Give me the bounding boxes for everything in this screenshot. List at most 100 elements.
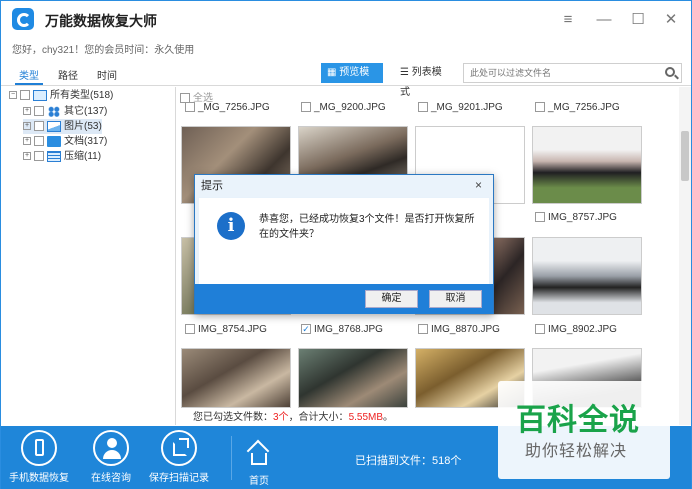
scan-count: 已扫描到文件：518个 [355, 455, 462, 467]
save-scan-record-label: 保存扫描记录 [149, 473, 209, 484]
file-caption[interactable]: IMG_8870.JPG [418, 324, 500, 335]
save-scan-record-button[interactable]: 保存扫描记录 [149, 430, 209, 484]
online-consult-button[interactable]: 在线咨询 [81, 430, 141, 484]
active-tab-indicator [15, 83, 43, 85]
maximize-icon[interactable]: ☐ [627, 9, 649, 31]
selection-status: 您已勾选文件数：3个，合计大小：5.55MB。 [193, 408, 393, 423]
tree-item-other[interactable]: + 其它(137) [23, 104, 107, 119]
home-icon [244, 439, 274, 470]
tree-item-images[interactable]: + 图片(53) [23, 119, 102, 134]
folder-icon [47, 135, 61, 147]
tree-item-label: 压缩(11) [64, 151, 102, 162]
phone-recovery-label: 手机数据恢复 [9, 473, 69, 484]
online-consult-label: 在线咨询 [91, 473, 131, 484]
list-icon: ☰ [400, 67, 412, 78]
tree-root-label: 所有类型(518) [50, 90, 114, 101]
file-name: _MG_9201.JPG [431, 102, 503, 113]
file-checkbox[interactable] [418, 102, 428, 113]
type-tree: − 所有类型(518) + 其它(137) + 图片(53) + 文档(317) + 压缩… [1, 87, 176, 425]
tree-checkbox[interactable] [34, 121, 44, 132]
file-caption[interactable]: IMG_8757.JPG [535, 212, 617, 223]
app-logo-icon [12, 8, 34, 30]
file-thumbnail[interactable] [298, 348, 408, 408]
file-thumbnail[interactable] [532, 237, 642, 315]
search-icon[interactable] [665, 67, 675, 77]
tree-item-documents[interactable]: + 文档(317) [23, 134, 107, 149]
file-name: IMG_8870.JPG [431, 324, 500, 335]
cancel-button[interactable]: 取消 [429, 290, 482, 308]
file-thumbnail[interactable] [181, 348, 291, 408]
status-size: 5.55MB [348, 412, 384, 423]
tree-checkbox[interactable] [34, 136, 44, 147]
tab-time[interactable]: 时间 [97, 67, 117, 82]
file-caption[interactable]: _MG_9201.JPG [418, 102, 503, 113]
home-label: 首页 [249, 476, 269, 487]
file-checkbox[interactable] [185, 102, 195, 113]
file-checkbox[interactable] [185, 324, 195, 335]
file-name: IMG_8768.JPG [314, 324, 383, 335]
status-count: 3个 [273, 412, 289, 423]
menu-icon[interactable]: ≡ [557, 9, 579, 31]
preview-mode-button[interactable]: ▦ 预览模式 [321, 63, 383, 98]
status-prefix: 您已勾选文件数： [193, 412, 273, 423]
expand-icon[interactable]: + [23, 137, 31, 146]
app-title: 万能数据恢复大师 [45, 13, 157, 29]
grid-icon: ▦ [327, 67, 340, 78]
dialog-title: 提示 [195, 175, 493, 197]
file-name: _MG_9200.JPG [314, 102, 386, 113]
title-bar: 万能数据恢复大师 ≡ — ☐ ✕ [1, 1, 691, 37]
file-checkbox[interactable] [535, 212, 545, 223]
file-caption[interactable]: IMG_8902.JPG [535, 324, 617, 335]
file-name: _MG_7256.JPG [548, 102, 620, 113]
file-caption[interactable]: _MG_9200.JPG [301, 102, 386, 113]
info-icon: i [217, 212, 245, 240]
image-icon [47, 120, 61, 132]
prompt-dialog: 提示 × i 恭喜您，已经成功恢复3个文件！是否打开恢复所在的文件夹？ 确定 取… [194, 174, 494, 314]
minimize-icon[interactable]: — [593, 9, 615, 31]
user-icon [93, 430, 129, 466]
file-checkbox[interactable] [535, 324, 545, 335]
apps-icon [47, 105, 61, 117]
tree-item-archives[interactable]: + 压缩(11) [23, 149, 101, 164]
tab-path[interactable]: 路径 [58, 67, 78, 82]
file-checkbox-checked[interactable]: ✓ [301, 324, 311, 335]
dialog-footer: 确定 取消 [195, 284, 493, 314]
expand-icon[interactable]: + [23, 122, 31, 131]
archive-icon [47, 150, 61, 162]
watermark-subtitle: 助你轻松解决 [525, 443, 628, 460]
tree-checkbox[interactable] [34, 151, 44, 162]
tab-type[interactable]: 类型 [19, 67, 39, 82]
file-checkbox[interactable] [301, 102, 311, 113]
file-name: IMG_8757.JPG [548, 212, 617, 223]
ok-button[interactable]: 确定 [365, 290, 418, 308]
tree-root[interactable]: − 所有类型(518) [9, 88, 113, 103]
file-checkbox[interactable] [418, 324, 428, 335]
dialog-close-icon[interactable]: × [475, 178, 482, 192]
computer-icon [33, 89, 47, 101]
status-middle: ，合计大小： [288, 412, 349, 423]
tree-item-label: 文档(317) [64, 136, 108, 147]
filter-input[interactable] [463, 63, 682, 83]
close-icon[interactable]: ✕ [660, 9, 682, 31]
file-name: IMG_8754.JPG [198, 324, 267, 335]
file-caption[interactable]: IMG_8754.JPG [185, 324, 267, 335]
home-button[interactable]: 首页 [229, 430, 289, 487]
scrollbar-thumb[interactable] [681, 131, 689, 181]
file-caption[interactable]: ✓ IMG_8768.JPG [301, 324, 383, 335]
phone-icon [21, 430, 57, 466]
list-mode-button[interactable]: ☰ 列表模式 [394, 63, 456, 98]
dialog-message: 恭喜您，已经成功恢复3个文件！是否打开恢复所在的文件夹？ [259, 214, 475, 240]
tree-checkbox[interactable] [20, 90, 30, 101]
tree-checkbox[interactable] [34, 106, 44, 117]
tree-item-label: 其它(137) [64, 106, 108, 117]
phone-recovery-button[interactable]: 手机数据恢复 [9, 430, 69, 484]
file-caption[interactable]: _MG_7256.JPG [535, 102, 620, 113]
file-thumbnail[interactable] [532, 126, 642, 204]
collapse-icon[interactable]: − [9, 91, 17, 100]
watermark: 百科全说 助你轻松解决 [498, 381, 670, 479]
grid-scrollbar[interactable] [679, 87, 691, 425]
expand-icon[interactable]: + [23, 152, 31, 161]
expand-icon[interactable]: + [23, 107, 31, 116]
file-checkbox[interactable] [535, 102, 545, 113]
file-caption[interactable]: _MG_7256.JPG [185, 102, 270, 113]
